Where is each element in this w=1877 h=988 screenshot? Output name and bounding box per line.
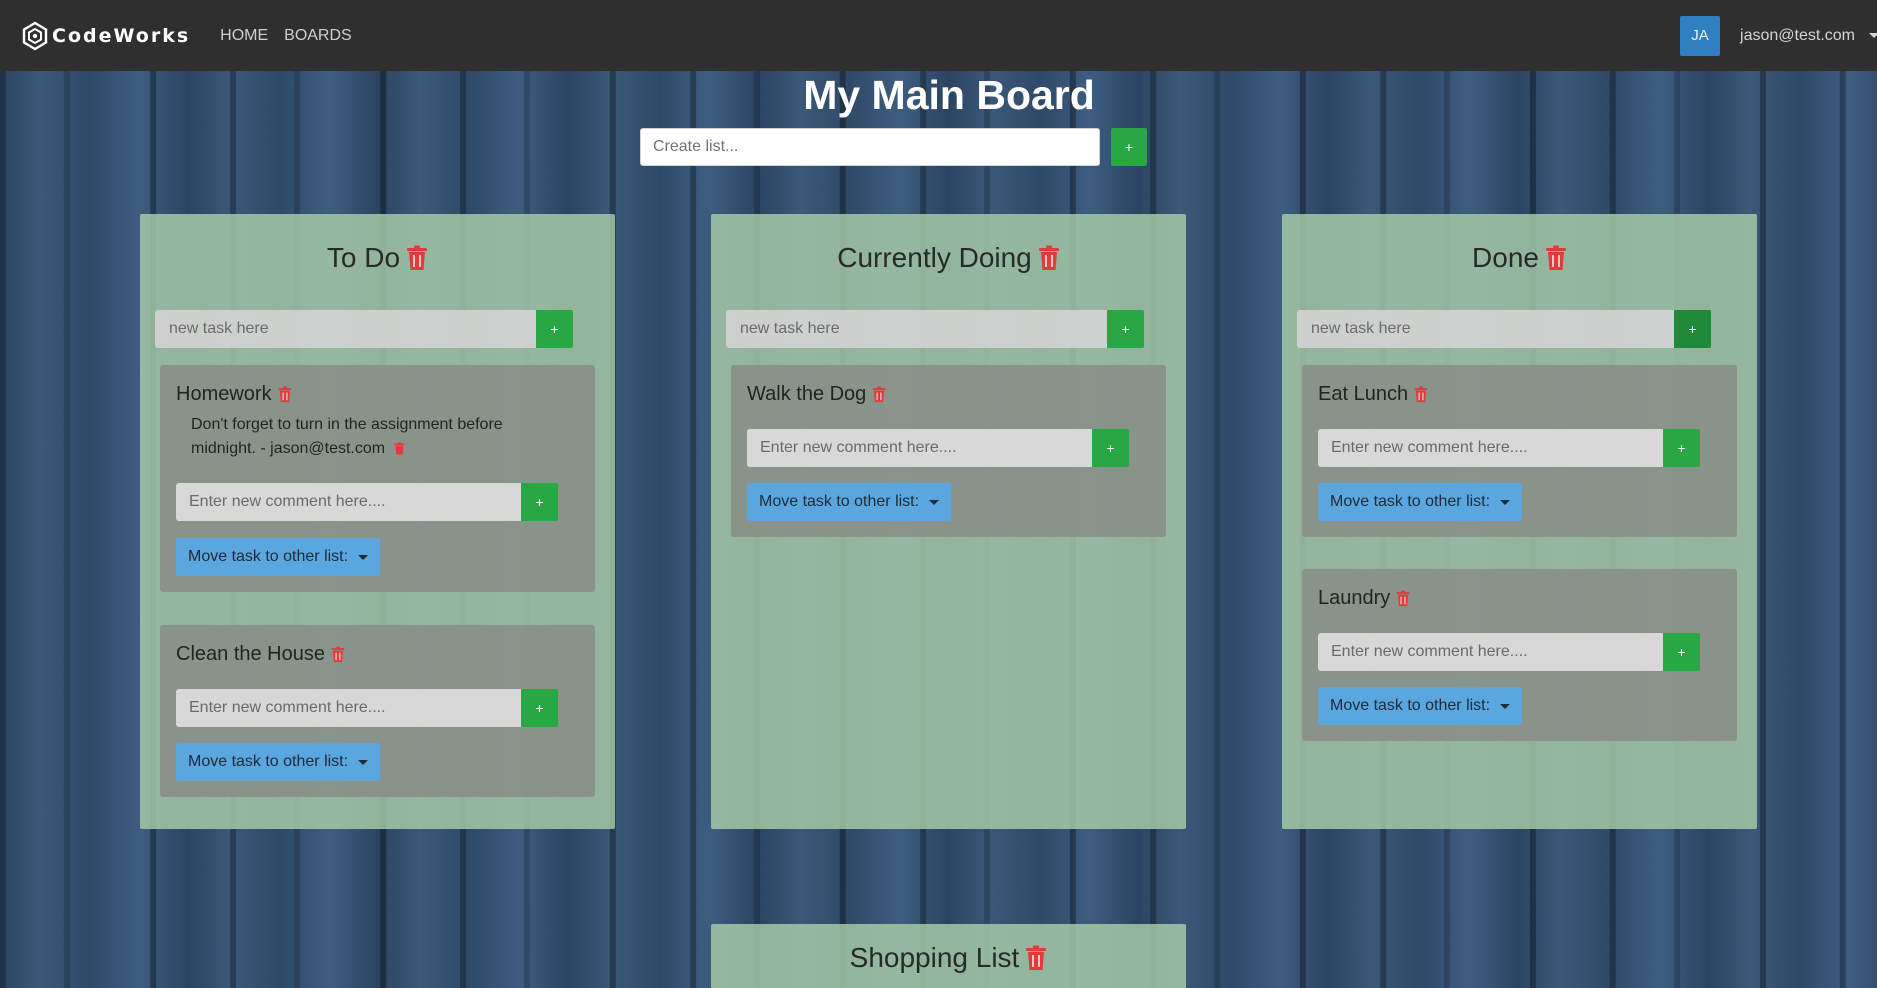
add-task-button[interactable]: +: [1107, 310, 1144, 348]
create-list-button[interactable]: +: [1111, 128, 1147, 166]
caret-down-icon: [929, 499, 940, 505]
navbar: CodeWorks HOME BOARDS JA jason@test.com: [0, 0, 1877, 71]
move-task-label: Move task to other list:: [759, 493, 920, 510]
list-to-do: To Do + Homework Don't forget to turn in…: [140, 214, 615, 829]
task-title: Laundry: [1318, 587, 1391, 609]
create-list-input[interactable]: [640, 128, 1100, 166]
delete-list-trash-icon[interactable]: [1545, 245, 1567, 271]
new-task-form: +: [1297, 310, 1711, 348]
list-header: Done: [1282, 242, 1757, 274]
list-title: To Do: [326, 242, 401, 273]
comment-form: +: [747, 429, 1129, 467]
delete-list-trash-icon[interactable]: [406, 245, 428, 271]
move-task-label: Move task to other list:: [1330, 697, 1491, 714]
move-task-dropdown[interactable]: Move task to other list:: [1318, 483, 1523, 521]
list-title: Currently Doing: [837, 242, 1032, 273]
list-header: Shopping List: [711, 942, 1186, 974]
brand-name: CodeWorks: [52, 24, 191, 47]
comment: Don't forget to turn in the assignment b…: [191, 413, 521, 461]
task-card-laundry: Laundry + Move task to other list:: [1302, 569, 1737, 741]
nav-link-boards[interactable]: BOARDS: [284, 27, 352, 45]
list-done: Done + Eat Lunch + Move task to other li…: [1282, 214, 1757, 829]
comment-form: +: [1318, 633, 1700, 671]
new-task-input[interactable]: [155, 310, 536, 348]
add-comment-button[interactable]: +: [1663, 633, 1700, 671]
caret-down-icon: [358, 759, 369, 765]
delete-task-trash-icon[interactable]: [278, 386, 292, 403]
comment-input[interactable]: [747, 429, 1092, 467]
task-header: Homework: [176, 383, 292, 406]
delete-comment-trash-icon[interactable]: [394, 440, 405, 457]
task-title: Homework: [176, 383, 272, 405]
comment-input[interactable]: [1318, 429, 1663, 467]
task-title: Walk the Dog: [747, 383, 867, 405]
delete-list-trash-icon[interactable]: [1025, 945, 1047, 971]
caret-down-icon: [358, 554, 369, 560]
user-email[interactable]: jason@test.com: [1740, 27, 1855, 45]
add-comment-button[interactable]: +: [521, 689, 558, 727]
new-task-input[interactable]: [1297, 310, 1674, 348]
delete-task-trash-icon[interactable]: [1396, 590, 1410, 607]
user-menu[interactable]: JA jason@test.com: [1680, 0, 1877, 71]
comment-form: +: [176, 689, 558, 727]
list-currently-doing: Currently Doing + Walk the Dog + Move ta…: [711, 214, 1186, 829]
new-task-form: +: [726, 310, 1144, 348]
task-card-homework: Homework Don't forget to turn in the ass…: [160, 365, 595, 592]
caret-down-icon: [1500, 703, 1511, 709]
delete-task-trash-icon[interactable]: [331, 646, 345, 663]
task-card-eat-lunch: Eat Lunch + Move task to other list:: [1302, 365, 1737, 537]
add-comment-button[interactable]: +: [1092, 429, 1129, 467]
delete-task-trash-icon[interactable]: [1414, 386, 1428, 403]
list-header: To Do: [140, 242, 615, 274]
task-card-walk-the-dog: Walk the Dog + Move task to other list:: [731, 365, 1166, 537]
comment-form: +: [176, 483, 558, 521]
caret-down-icon: [1500, 499, 1511, 505]
add-comment-button[interactable]: +: [1663, 429, 1700, 467]
new-task-form: +: [155, 310, 573, 348]
comment-input[interactable]: [176, 689, 521, 727]
chevron-down-icon[interactable]: [1869, 33, 1877, 38]
add-task-button[interactable]: +: [1674, 310, 1711, 348]
list-shopping-list: Shopping List: [711, 924, 1186, 988]
move-task-dropdown[interactable]: Move task to other list:: [176, 538, 381, 576]
comment-form: +: [1318, 429, 1700, 467]
task-header: Clean the House: [176, 643, 345, 666]
task-header: Laundry: [1318, 587, 1410, 610]
codeworks-logo-icon: [22, 21, 48, 50]
move-task-dropdown[interactable]: Move task to other list:: [176, 743, 381, 781]
delete-list-trash-icon[interactable]: [1038, 245, 1060, 271]
delete-task-trash-icon[interactable]: [872, 386, 886, 403]
comment-text: Don't forget to turn in the assignment b…: [191, 416, 503, 457]
comment-input[interactable]: [176, 483, 521, 521]
page-title: My Main Board: [803, 72, 1095, 118]
task-header: Eat Lunch: [1318, 383, 1428, 406]
task-title: Eat Lunch: [1318, 383, 1409, 405]
move-task-dropdown[interactable]: Move task to other list:: [747, 483, 952, 521]
list-header: Currently Doing: [711, 242, 1186, 274]
add-comment-button[interactable]: +: [521, 483, 558, 521]
task-card-clean-the-house: Clean the House + Move task to other lis…: [160, 625, 595, 797]
avatar[interactable]: JA: [1680, 15, 1721, 56]
list-title: Done: [1472, 242, 1539, 273]
comment-input[interactable]: [1318, 633, 1663, 671]
nav-link-home[interactable]: HOME: [220, 27, 268, 45]
add-task-button[interactable]: +: [536, 310, 573, 348]
move-task-label: Move task to other list:: [188, 753, 349, 770]
brand[interactable]: CodeWorks: [20, 21, 190, 51]
task-header: Walk the Dog: [747, 383, 886, 406]
move-task-dropdown[interactable]: Move task to other list:: [1318, 687, 1523, 725]
move-task-label: Move task to other list:: [188, 548, 349, 565]
move-task-label: Move task to other list:: [1330, 493, 1491, 510]
task-title: Clean the House: [176, 643, 325, 665]
list-title: Shopping List: [849, 942, 1020, 973]
new-task-input[interactable]: [726, 310, 1107, 348]
